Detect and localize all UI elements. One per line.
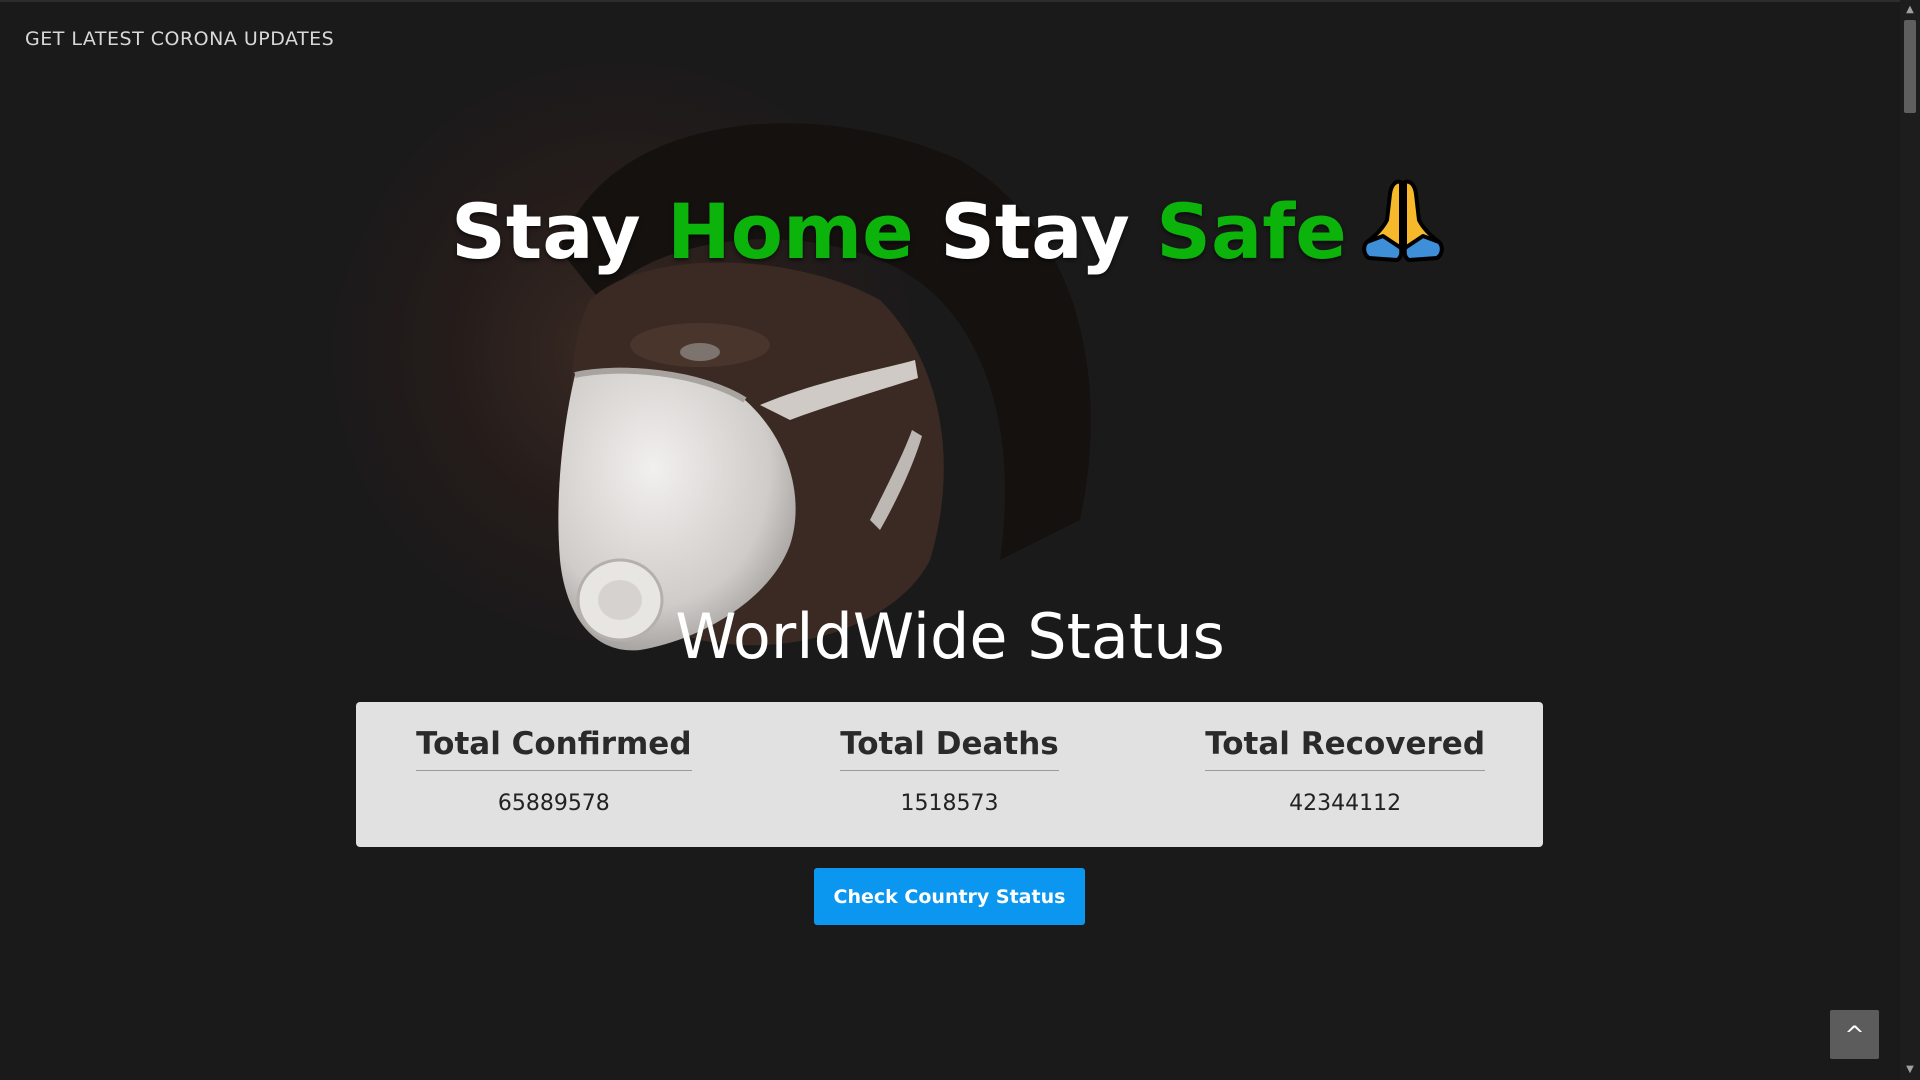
stat-total-deaths: Total Deaths 1518573: [799, 702, 1099, 816]
scrollbar-thumb[interactable]: [1904, 20, 1916, 113]
worldwide-status-heading: WorldWide Status: [675, 600, 1225, 673]
stat-value: 1518573: [900, 791, 999, 816]
page: GET LATEST CORONA UPDATES Stay Home Stay…: [0, 0, 1920, 1080]
headline-word-2: Home: [667, 187, 914, 276]
scroll-to-top-button[interactable]: ^: [1830, 1010, 1879, 1059]
stat-label: Total Recovered: [1205, 726, 1486, 771]
nav-brand-link[interactable]: GET LATEST CORONA UPDATES: [25, 28, 334, 50]
scrollbar[interactable]: ▲ ▼: [1900, 0, 1920, 1080]
stat-value: 42344112: [1289, 791, 1402, 816]
stat-total-recovered: Total Recovered 42344112: [1195, 702, 1495, 816]
folded-hands-icon: [1357, 176, 1449, 266]
headline-word-4: Safe: [1156, 187, 1347, 276]
check-country-status-button[interactable]: Check Country Status: [814, 868, 1085, 925]
scroll-down-arrow-icon[interactable]: ▼: [1900, 1062, 1920, 1078]
scroll-up-arrow-icon[interactable]: ▲: [1900, 2, 1920, 18]
hero-headline: Stay Home Stay Safe: [0, 176, 1900, 276]
stat-value: 65889578: [497, 791, 610, 816]
stats-card: Total Confirmed 65889578 Total Deaths 15…: [356, 702, 1543, 847]
stat-label: Total Confirmed: [416, 726, 692, 771]
top-border: [0, 0, 1920, 2]
stat-label: Total Deaths: [840, 726, 1059, 771]
stat-total-confirmed: Total Confirmed 65889578: [404, 702, 704, 816]
headline-word-3: Stay: [940, 187, 1130, 276]
headline-word-1: Stay: [451, 187, 641, 276]
